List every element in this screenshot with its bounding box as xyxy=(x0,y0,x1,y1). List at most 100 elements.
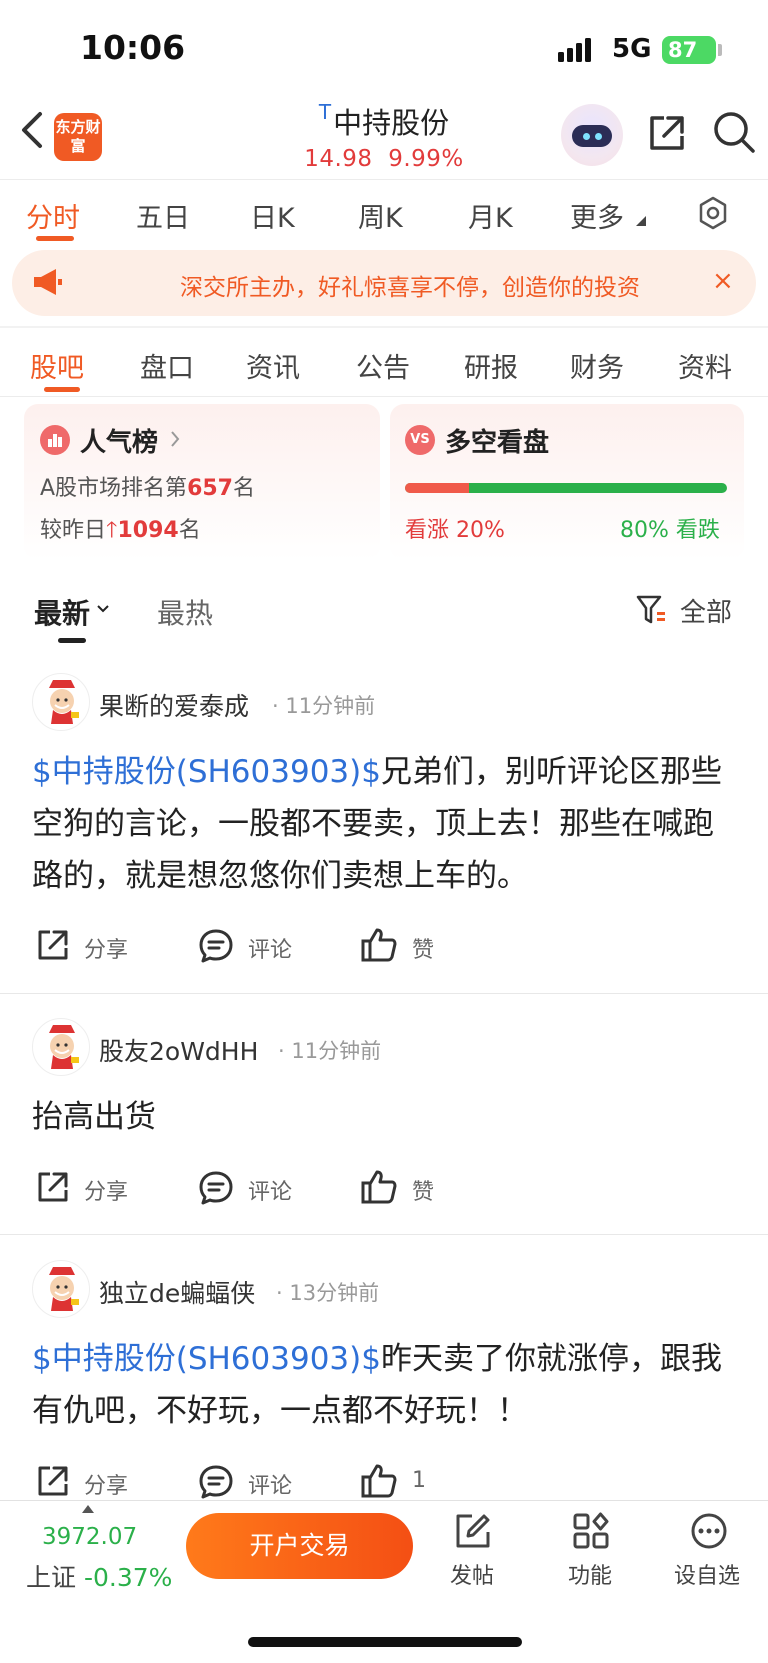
bear-pct: 80% xyxy=(620,518,669,543)
post-time: · 11分钟前 xyxy=(278,1039,382,1063)
open-account-button[interactable]: 开户交易 xyxy=(186,1513,413,1579)
share-icon[interactable] xyxy=(36,928,70,962)
popularity-rank: A股市场排名第657名 xyxy=(40,470,255,502)
like-count[interactable]: 1 xyxy=(412,1468,426,1493)
like-label[interactable]: 赞 xyxy=(412,1174,434,1206)
stock-tag-link[interactable]: $中持股份(SH603903)$ xyxy=(32,754,381,790)
post-time: · 11分钟前 xyxy=(272,694,376,718)
status-time: 10:06 xyxy=(80,28,186,67)
share-icon[interactable] xyxy=(36,1464,70,1498)
chevron-right-icon xyxy=(170,430,180,448)
thumbs-up-icon[interactable] xyxy=(360,1168,398,1206)
nav-functions-label[interactable]: 功能 xyxy=(568,1558,612,1590)
bear-label: 看跌 xyxy=(675,518,720,543)
post-separator xyxy=(0,993,768,994)
banner-divider xyxy=(0,326,768,328)
comment-icon[interactable] xyxy=(198,1170,234,1206)
thumbs-up-icon[interactable] xyxy=(360,1462,398,1500)
like-label[interactable]: 赞 xyxy=(412,932,434,964)
change-value: 1094 xyxy=(117,518,179,543)
stock-name: 中持股份 xyxy=(333,106,450,140)
banner-close-icon[interactable]: × xyxy=(712,266,734,296)
tab-guba[interactable]: 股吧 xyxy=(30,346,84,385)
avatar[interactable] xyxy=(32,1018,90,1076)
index-expand-icon[interactable] xyxy=(82,1505,94,1513)
battery-level: 87 xyxy=(668,38,698,62)
sentiment-bull-fill xyxy=(405,483,469,493)
tab-intraday[interactable]: 分时 xyxy=(26,196,80,235)
vs-icon: VS xyxy=(405,425,435,455)
index-summary[interactable]: 上证 -0.37% xyxy=(26,1558,172,1594)
post-username[interactable]: 果断的爱泰成 xyxy=(99,687,249,723)
index-name: 上证 xyxy=(26,1563,77,1592)
popularity-title: 人气榜 xyxy=(80,428,159,458)
robot-eye xyxy=(595,133,602,140)
post-body[interactable]: $中持股份(SH603903)$兄弟们，别听评论区那些空狗的言论，一股都不要卖，… xyxy=(32,746,742,902)
nav-watchlist-label[interactable]: 设自选 xyxy=(674,1558,740,1590)
arrow-up-icon: 🡑 xyxy=(106,518,118,543)
functions-grid-icon[interactable] xyxy=(572,1512,610,1550)
rank-prefix: A股市场排名第 xyxy=(40,476,188,501)
tab-more[interactable]: 更多 xyxy=(570,196,624,235)
feed-tab-hot[interactable]: 最热 xyxy=(157,592,213,632)
search-icon[interactable] xyxy=(712,110,758,156)
t-mark: T xyxy=(318,100,332,124)
filter-icon[interactable] xyxy=(636,594,668,626)
tab-monthly-k[interactable]: 月K xyxy=(468,196,513,235)
tab-pankou[interactable]: 盘口 xyxy=(140,346,194,385)
post-body[interactable]: 抬高出货 xyxy=(32,1091,742,1143)
header-divider xyxy=(0,179,768,180)
filter-label[interactable]: 全部 xyxy=(680,592,732,629)
avatar[interactable] xyxy=(32,1260,90,1318)
index-change: -0.37% xyxy=(83,1563,173,1592)
share-label[interactable]: 分享 xyxy=(84,1174,128,1206)
change-prefix: 较昨日 xyxy=(40,518,107,543)
comment-label[interactable]: 评论 xyxy=(248,1174,292,1206)
banner-text[interactable]: 深交所主办，好礼惊喜享不停，创造你的投资 xyxy=(180,268,700,302)
section-tab-indicator xyxy=(44,387,80,392)
robot-visor xyxy=(572,125,612,147)
compose-post-icon[interactable] xyxy=(454,1512,492,1550)
avatar[interactable] xyxy=(32,673,90,731)
share-label[interactable]: 分享 xyxy=(84,932,128,964)
post-text: 抬高出货 xyxy=(32,1099,156,1135)
tab-announcements[interactable]: 公告 xyxy=(356,346,410,385)
share-icon[interactable] xyxy=(646,112,688,154)
tab-profile[interactable]: 资料 xyxy=(678,346,732,385)
signal-icon xyxy=(558,38,598,62)
stock-tag-link[interactable]: $中持股份(SH603903)$ xyxy=(32,1341,381,1377)
chart-settings-icon[interactable] xyxy=(696,196,730,230)
battery-cap xyxy=(718,44,722,56)
comment-label[interactable]: 评论 xyxy=(248,1468,292,1500)
tab-research[interactable]: 研报 xyxy=(464,346,518,385)
thumbs-up-icon[interactable] xyxy=(360,926,398,964)
change-suffix: 名 xyxy=(178,518,201,543)
rank-suffix: 名 xyxy=(233,476,256,501)
index-value[interactable]: 3972.07 xyxy=(42,1524,137,1550)
popularity-chart-icon xyxy=(40,425,70,455)
feed-tab-latest[interactable]: 最新 xyxy=(34,592,90,632)
more-dots-icon[interactable] xyxy=(690,1512,728,1550)
post-username[interactable]: 独立de蝙蝠侠 xyxy=(99,1274,255,1310)
nav-post-label[interactable]: 发帖 xyxy=(450,1558,494,1590)
post-time-value: 11分钟前 xyxy=(285,694,376,718)
tab-news[interactable]: 资讯 xyxy=(246,346,300,385)
bull-pct: 20% xyxy=(456,518,505,543)
comment-icon[interactable] xyxy=(198,1464,234,1500)
tab-weekly-k[interactable]: 周K xyxy=(358,196,403,235)
home-indicator xyxy=(248,1637,522,1647)
post-separator xyxy=(0,1234,768,1235)
popularity-change: 较昨日🡑1094名 xyxy=(40,512,201,551)
bull-stat: 看涨 20% xyxy=(405,512,505,544)
post-username[interactable]: 股友2oWdHH xyxy=(99,1032,258,1068)
tab-five-day[interactable]: 五日 xyxy=(136,196,190,235)
tab-finance[interactable]: 财务 xyxy=(570,346,624,385)
comment-icon[interactable] xyxy=(198,928,234,964)
network-type: 5G xyxy=(612,34,652,64)
share-icon[interactable] xyxy=(36,1170,70,1204)
comment-label[interactable]: 评论 xyxy=(248,932,292,964)
post-time-value: 13分钟前 xyxy=(289,1281,380,1305)
tab-daily-k[interactable]: 日K xyxy=(250,196,295,235)
post-body[interactable]: $中持股份(SH603903)$昨天卖了你就涨停，跟我有仇吧，不好玩，一点都不好… xyxy=(32,1333,742,1437)
share-label[interactable]: 分享 xyxy=(84,1468,128,1500)
